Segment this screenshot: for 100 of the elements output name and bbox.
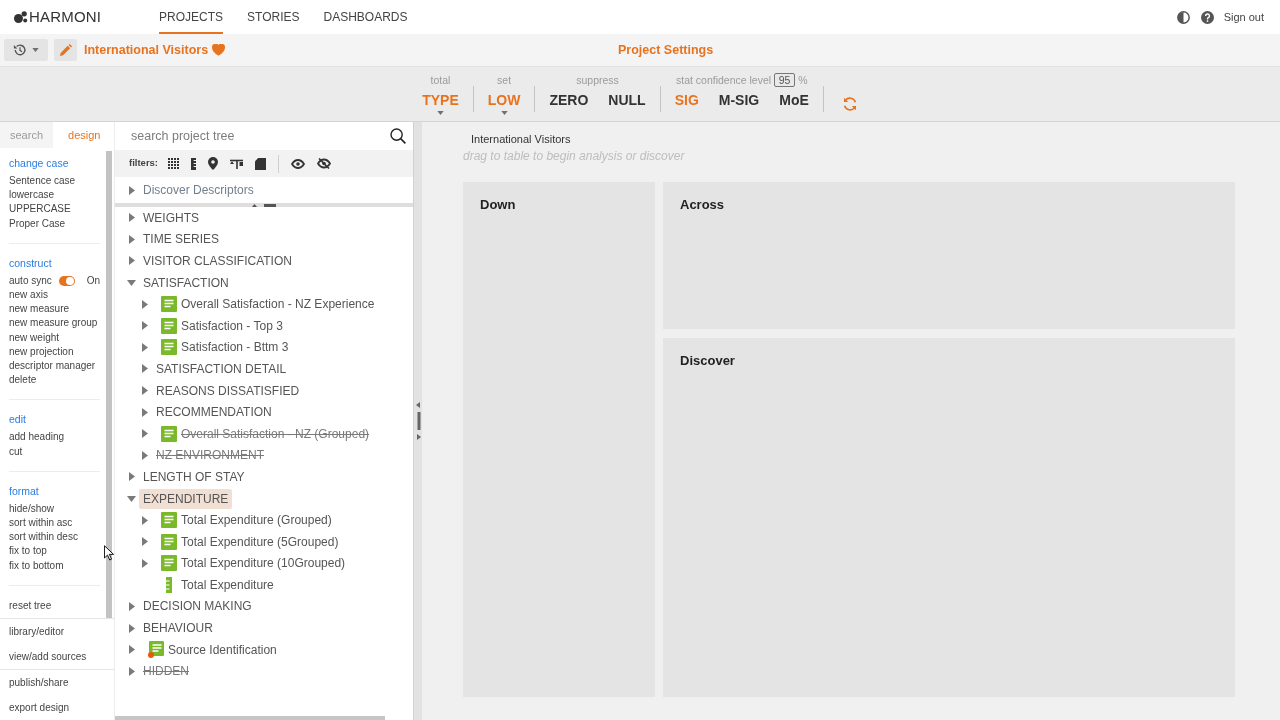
map-pin-icon[interactable] bbox=[208, 157, 219, 170]
eye-slash-icon[interactable] bbox=[317, 158, 332, 169]
tree-item[interactable]: WEIGHTS bbox=[139, 207, 203, 228]
menu-item[interactable]: fix to top bbox=[9, 544, 47, 559]
tree-item[interactable]: VISITOR CLASSIFICATION bbox=[139, 251, 296, 271]
sign-out-link[interactable]: Sign out bbox=[1223, 8, 1264, 26]
project-title: International Visitors bbox=[84, 41, 209, 59]
caret-right-icon[interactable] bbox=[142, 299, 148, 309]
tree-item[interactable]: HIDDEN bbox=[139, 661, 193, 682]
option-button[interactable]: M-SIG bbox=[708, 91, 770, 109]
discover-descriptors-item[interactable]: Discover Descriptors bbox=[143, 181, 254, 199]
menu-link[interactable]: publish/share bbox=[0, 670, 69, 695]
menu-item[interactable]: Sentence case bbox=[9, 174, 76, 189]
menu-item[interactable]: delete bbox=[9, 373, 37, 388]
menu-item[interactable]: lowercase bbox=[9, 188, 55, 203]
option-button[interactable]: NULL bbox=[598, 91, 656, 109]
option-button[interactable]: MoE bbox=[769, 91, 819, 109]
menu-link[interactable]: view/add sources bbox=[0, 644, 87, 669]
splitter-handle-icon[interactable] bbox=[415, 402, 421, 440]
refresh-icon[interactable] bbox=[841, 96, 858, 112]
caret-right-icon[interactable] bbox=[129, 234, 135, 244]
option-button[interactable]: ZERO bbox=[539, 91, 599, 109]
grid-icon[interactable] bbox=[168, 158, 180, 169]
menu-item[interactable]: add heading bbox=[9, 430, 65, 445]
menu-item[interactable]: sort within asc bbox=[9, 516, 73, 531]
menu-item[interactable]: new weight bbox=[9, 330, 60, 345]
tree-item[interactable]: Total Expenditure (Grouped) bbox=[177, 510, 336, 531]
caret-right-icon[interactable] bbox=[129, 645, 135, 655]
caret-right-icon[interactable] bbox=[142, 558, 148, 568]
menu-link[interactable]: library/editor bbox=[0, 619, 65, 644]
tree-item[interactable]: Source Identification bbox=[164, 639, 281, 660]
menu-item[interactable]: sort within desc bbox=[9, 530, 78, 545]
caret-right-icon[interactable] bbox=[142, 386, 148, 396]
caret-down-icon[interactable] bbox=[127, 495, 136, 502]
toggle-switch[interactable] bbox=[58, 275, 75, 286]
menu-link[interactable]: export design bbox=[0, 695, 70, 720]
list-icon bbox=[161, 317, 177, 334]
tree-item[interactable]: RECOMMENDATION bbox=[152, 402, 276, 423]
tree-item[interactable]: Overall Satisfaction - NZ (Grouped) bbox=[177, 423, 374, 444]
search-field[interactable]: search project tree bbox=[131, 126, 390, 146]
caret-right-icon[interactable] bbox=[129, 472, 135, 482]
caret-right-icon[interactable] bbox=[129, 185, 135, 195]
history-button[interactable] bbox=[4, 39, 48, 61]
menu-item[interactable]: reset tree bbox=[9, 592, 52, 618]
drag-handle-icon[interactable] bbox=[252, 203, 276, 207]
nav-tab[interactable]: STORIES bbox=[247, 0, 300, 34]
menu-item[interactable]: new axis bbox=[9, 288, 48, 303]
tree-item[interactable]: NZ ENVIRONMENT bbox=[152, 445, 268, 466]
menu-item[interactable]: new measure bbox=[9, 302, 70, 317]
menu-item[interactable]: descriptor manager bbox=[9, 359, 96, 374]
tree-item[interactable]: Total Expenditure (5Grouped) bbox=[177, 531, 343, 552]
section-heading: edit bbox=[9, 412, 26, 428]
scale-icon[interactable] bbox=[230, 158, 244, 169]
tree-item[interactable]: SATISFACTION DETAIL bbox=[152, 358, 291, 379]
caret-right-icon[interactable] bbox=[142, 321, 148, 331]
tree-item[interactable]: Total Expenditure bbox=[177, 574, 278, 595]
nav-tab[interactable]: DASHBOARDS bbox=[323, 0, 408, 34]
tree-item[interactable]: Satisfaction - Bttm 3 bbox=[177, 337, 293, 358]
tree-item[interactable]: SATISFACTION bbox=[139, 272, 233, 293]
menu-item[interactable]: cut bbox=[9, 444, 23, 459]
caret-right-icon[interactable] bbox=[142, 364, 148, 374]
contrast-icon[interactable] bbox=[1176, 10, 1190, 24]
caret-right-icon[interactable] bbox=[129, 213, 135, 223]
caret-right-icon[interactable] bbox=[129, 602, 135, 611]
caret-right-icon[interactable] bbox=[129, 623, 135, 633]
eye-icon[interactable] bbox=[291, 158, 306, 169]
menu-item[interactable]: hide/show bbox=[9, 501, 55, 517]
tree-item[interactable]: LENGTH OF STAY bbox=[139, 466, 249, 487]
caret-right-icon[interactable] bbox=[129, 666, 135, 676]
tree-item[interactable]: Overall Satisfaction - NZ Experience bbox=[177, 294, 379, 315]
confidence-input[interactable]: 95 bbox=[774, 73, 796, 87]
ruler-icon[interactable] bbox=[191, 157, 197, 170]
tree-item[interactable]: EXPENDITURE bbox=[139, 488, 233, 509]
caret-right-icon[interactable] bbox=[129, 256, 135, 266]
heart-icon[interactable] bbox=[212, 44, 226, 56]
caret-right-icon[interactable] bbox=[142, 515, 148, 525]
edit-button[interactable] bbox=[54, 39, 77, 61]
search-icon[interactable] bbox=[390, 128, 406, 144]
tree-item[interactable]: BEHAVIOUR bbox=[139, 618, 217, 639]
caret-down-icon[interactable] bbox=[127, 279, 136, 286]
menu-item[interactable]: new measure group bbox=[9, 316, 98, 331]
tree-item[interactable]: TIME SERIES bbox=[139, 229, 223, 250]
scrollbar-thumb[interactable] bbox=[106, 151, 112, 618]
tree-item[interactable]: REASONS DISSATISFIED bbox=[152, 380, 304, 401]
tree-item[interactable]: DECISION MAKING bbox=[139, 596, 256, 617]
caret-right-icon[interactable] bbox=[142, 429, 148, 439]
tree-item[interactable]: Total Expenditure (10Grouped) bbox=[177, 553, 350, 574]
list-icon bbox=[161, 555, 177, 572]
menu-item[interactable]: Proper Case bbox=[9, 216, 66, 231]
horizontal-scrollbar[interactable] bbox=[115, 716, 385, 720]
caret-right-icon[interactable] bbox=[142, 450, 148, 460]
tree-item[interactable]: Satisfaction - Top 3 bbox=[177, 315, 287, 336]
caret-right-icon[interactable] bbox=[142, 407, 148, 417]
menu-item[interactable]: UPPERCASE bbox=[9, 202, 71, 217]
help-icon[interactable] bbox=[1200, 10, 1214, 24]
menu-item[interactable]: fix to bottom bbox=[9, 558, 64, 573]
menu-item[interactable]: new projection bbox=[9, 344, 74, 359]
caret-right-icon[interactable] bbox=[142, 342, 148, 352]
caret-right-icon[interactable] bbox=[142, 537, 148, 547]
document-icon[interactable] bbox=[255, 157, 267, 170]
